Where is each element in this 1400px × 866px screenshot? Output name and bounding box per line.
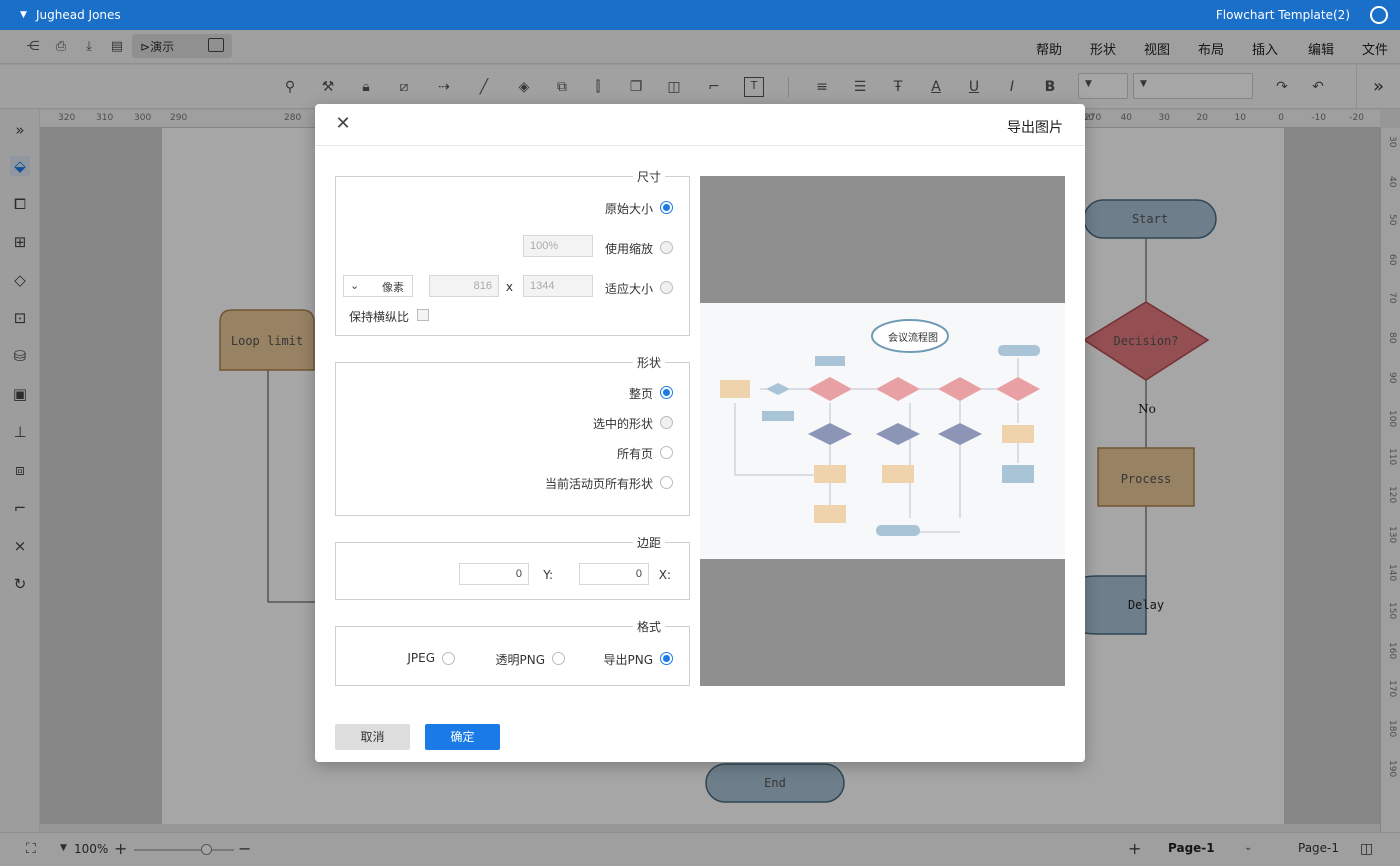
original-size-radio[interactable] <box>660 201 673 214</box>
margin-x-label: X: <box>658 568 671 582</box>
preview-node <box>766 383 790 395</box>
preview-node <box>808 423 852 445</box>
user-name[interactable]: Jughead Jones <box>36 8 121 22</box>
preview-node <box>876 525 920 536</box>
shape-group: 形状 整页 选中的形状 所有页 当前活动页所有形状 <box>335 354 690 516</box>
preview-node <box>808 377 852 401</box>
whole-page-label[interactable]: 整页 <box>629 385 653 402</box>
jpeg-label[interactable]: JPEG <box>407 651 435 665</box>
preview-node <box>938 423 982 445</box>
margin-y-label: Y: <box>543 568 553 582</box>
title-bar: Flowchart Template(2) Jughead Jones ▼ <box>0 0 1400 30</box>
preview-node <box>815 356 845 366</box>
shape-legend: 形状 <box>632 354 665 371</box>
keep-ratio-checkbox[interactable] <box>417 309 429 321</box>
user-menu-caret-icon[interactable]: ▼ <box>20 10 27 20</box>
jpeg-radio[interactable] <box>442 652 455 665</box>
preview-node <box>996 377 1040 401</box>
scale-input[interactable] <box>523 235 593 257</box>
transparent-png-label[interactable]: 透明PNG <box>495 651 545 668</box>
preview-node <box>720 380 750 398</box>
cancel-button[interactable]: 取消 <box>335 724 410 750</box>
preview-node <box>882 465 914 483</box>
preview-node <box>762 411 794 421</box>
export-png-label[interactable]: 导出PNG <box>603 651 653 668</box>
whole-page-radio[interactable] <box>660 386 673 399</box>
document-title[interactable]: Flowchart Template(2) <box>1216 8 1350 22</box>
preview-flowchart <box>720 319 1040 536</box>
preview-node <box>814 505 846 523</box>
dialog-divider <box>315 145 1085 146</box>
preview-title-text: 会议流程图 <box>888 333 938 344</box>
fit-size-label[interactable]: 适应大小 <box>605 280 653 297</box>
keep-ratio-label[interactable]: 保持横纵比 <box>349 308 409 325</box>
dialog-title: 导出图片 <box>1007 120 1063 136</box>
preview-node <box>938 377 982 401</box>
preview-node <box>1002 465 1034 483</box>
width-input[interactable] <box>523 275 593 297</box>
export-preview: 会议流程图 <box>700 176 1065 686</box>
fit-size-radio[interactable] <box>660 281 673 294</box>
export-png-radio[interactable] <box>660 652 673 665</box>
chevron-down-icon: ⌄ <box>350 279 360 292</box>
margin-group: 边距 X: Y: <box>335 534 690 600</box>
margin-y-input[interactable] <box>459 563 529 585</box>
all-pages-label[interactable]: 所有页 <box>617 445 653 462</box>
ok-button[interactable]: 确定 <box>425 724 500 750</box>
height-input[interactable] <box>429 275 499 297</box>
close-icon[interactable]: ✕ <box>333 114 353 134</box>
preview-node <box>876 423 920 445</box>
preview-image: 会议流程图 <box>700 303 1065 559</box>
app-logo-icon <box>1370 6 1388 24</box>
format-legend: 格式 <box>632 618 665 635</box>
use-scale-label[interactable]: 使用缩放 <box>605 240 653 257</box>
preview-node <box>1002 425 1034 443</box>
format-group: 格式 导出PNG 透明PNG JPEG <box>335 618 690 686</box>
all-pages-radio[interactable] <box>660 446 673 459</box>
margin-legend: 边距 <box>632 534 665 551</box>
current-page-shapes-label[interactable]: 当前活动页所有形状 <box>545 475 653 492</box>
size-legend: 尺寸 <box>632 168 665 185</box>
preview-node <box>876 377 920 401</box>
unit-select[interactable]: ⌄ 像素 <box>343 275 413 297</box>
times-label: x <box>505 280 513 294</box>
original-size-label[interactable]: 原始大小 <box>605 200 653 217</box>
selected-shapes-label[interactable]: 选中的形状 <box>593 415 653 432</box>
export-image-dialog: 导出图片 ✕ 会议流程图 尺寸 原始大小 使用缩放 100% 适应大小 1344… <box>315 104 1085 762</box>
size-group: 尺寸 原始大小 使用缩放 适应大小 x ⌄ 像素 保持横纵比 <box>335 168 690 336</box>
selected-shapes-radio[interactable] <box>660 416 673 429</box>
preview-node <box>998 345 1040 356</box>
preview-node <box>814 465 846 483</box>
use-scale-radio[interactable] <box>660 241 673 254</box>
margin-x-input[interactable] <box>579 563 649 585</box>
current-page-shapes-radio[interactable] <box>660 476 673 489</box>
transparent-png-radio[interactable] <box>552 652 565 665</box>
